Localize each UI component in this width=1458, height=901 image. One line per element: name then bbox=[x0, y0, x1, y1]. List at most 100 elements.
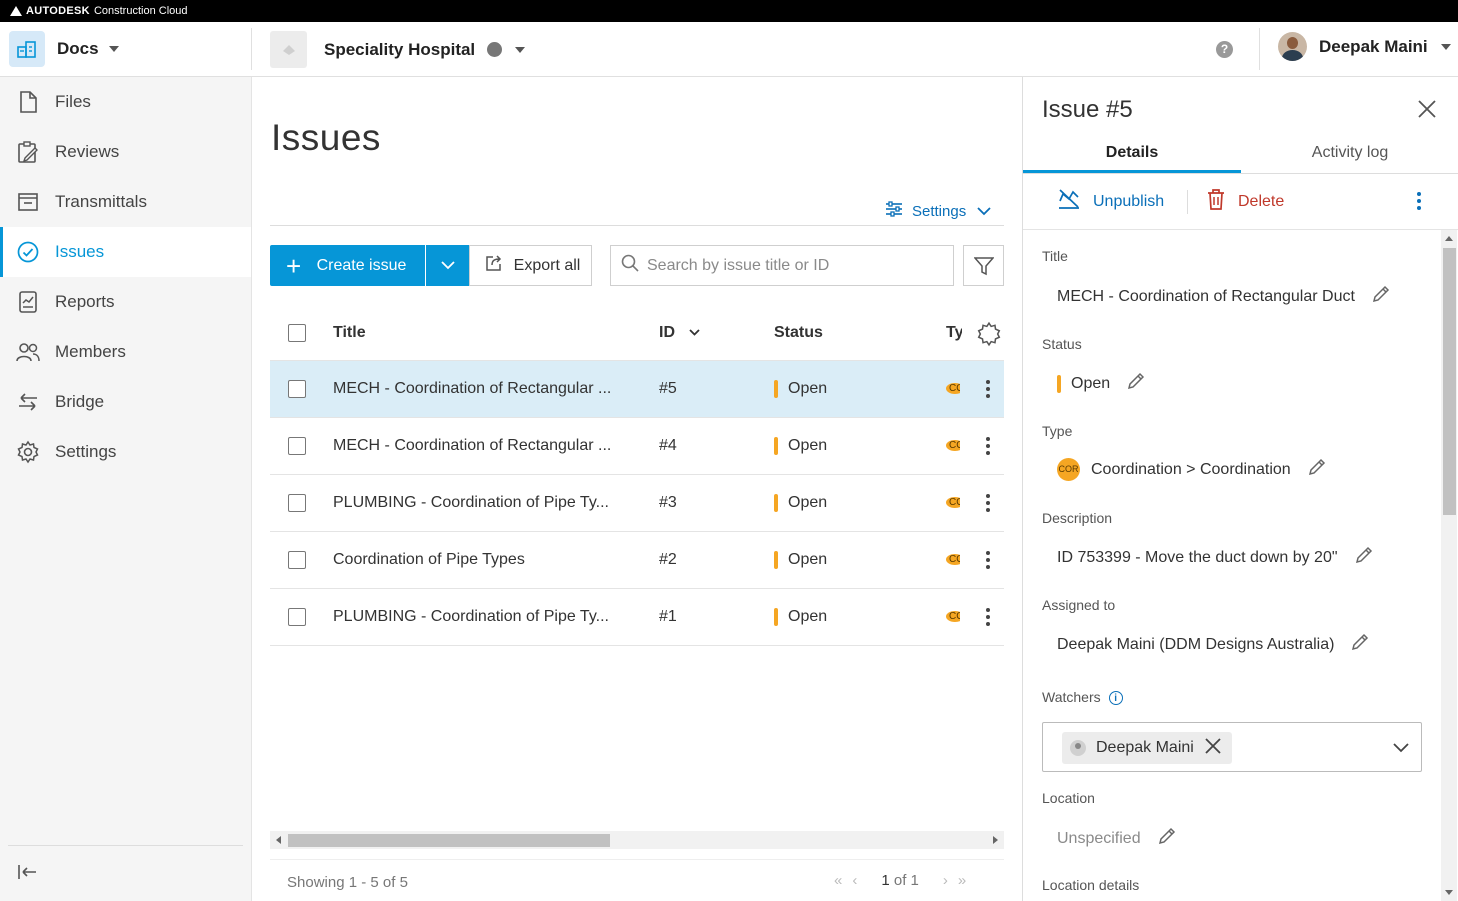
pencil-icon[interactable] bbox=[1355, 546, 1373, 569]
scrollbar-thumb[interactable] bbox=[1443, 248, 1456, 515]
tab-details[interactable]: Details bbox=[1023, 136, 1241, 173]
select-all-checkbox[interactable] bbox=[288, 323, 306, 342]
settings-link[interactable]: Settings bbox=[885, 201, 991, 221]
row-more-menu[interactable] bbox=[986, 437, 990, 455]
table-row[interactable]: MECH - Coordination of Rectangular ... #… bbox=[270, 418, 1004, 475]
row-checkbox[interactable] bbox=[288, 380, 306, 398]
create-issue-button[interactable]: + Create issue bbox=[270, 245, 425, 286]
title-field[interactable]: MECH - Coordination of Rectangular Duct bbox=[1057, 285, 1390, 308]
next-page-icon[interactable]: › bbox=[943, 872, 948, 889]
scrollbar-thumb[interactable] bbox=[288, 834, 610, 847]
unpublish-button[interactable]: Unpublish bbox=[1057, 188, 1164, 215]
description-field[interactable]: ID 753399 - Move the duct down by 20" bbox=[1057, 546, 1373, 569]
app-switcher[interactable]: Docs bbox=[9, 31, 119, 67]
row-more-menu[interactable] bbox=[986, 494, 990, 512]
first-page-icon[interactable]: « bbox=[834, 872, 842, 889]
issue-type-badge: CO bbox=[946, 376, 960, 402]
issue-type-badge: CO bbox=[946, 433, 960, 459]
description-label: Description bbox=[1042, 510, 1113, 526]
chevron-down-icon[interactable] bbox=[1393, 740, 1409, 758]
row-checkbox[interactable] bbox=[288, 551, 306, 569]
collapse-sidebar-icon[interactable] bbox=[16, 861, 38, 883]
delete-button[interactable]: Delete bbox=[1206, 188, 1284, 215]
search-input[interactable] bbox=[647, 256, 937, 275]
more-vertical-icon bbox=[986, 551, 990, 569]
sidebar-item-issues[interactable]: Issues bbox=[0, 227, 251, 277]
last-page-icon[interactable]: » bbox=[958, 872, 966, 889]
chevron-down-icon bbox=[1440, 43, 1451, 50]
status-text: Open bbox=[788, 437, 828, 454]
create-issue-dropdown-button[interactable] bbox=[426, 245, 469, 286]
pencil-icon[interactable] bbox=[1308, 458, 1326, 481]
filter-button[interactable] bbox=[963, 245, 1004, 286]
table-row[interactable]: PLUMBING - Coordination of Pipe Ty... #3… bbox=[270, 475, 1004, 532]
remove-watcher-close-icon[interactable] bbox=[1204, 737, 1222, 760]
status-field[interactable]: Open bbox=[1057, 372, 1145, 395]
column-header-title[interactable]: Title bbox=[333, 324, 366, 342]
pencil-icon[interactable] bbox=[1127, 372, 1145, 395]
issue-title[interactable]: MECH - Coordination of Rectangular ... bbox=[333, 380, 611, 398]
scroll-up-icon[interactable] bbox=[1445, 236, 1453, 241]
row-more-menu[interactable] bbox=[986, 551, 990, 569]
sidebar-item-reviews[interactable]: Reviews bbox=[0, 127, 251, 177]
tab-activity-log[interactable]: Activity log bbox=[1241, 136, 1458, 173]
help-icon[interactable]: ? bbox=[1216, 41, 1233, 58]
pencil-icon[interactable] bbox=[1158, 827, 1176, 850]
row-more-menu[interactable] bbox=[986, 608, 990, 626]
scroll-right-icon[interactable] bbox=[993, 836, 998, 844]
sidebar-item-label: Issues bbox=[55, 242, 105, 261]
info-icon[interactable]: i bbox=[1108, 691, 1123, 706]
location-label: Location bbox=[1042, 790, 1095, 806]
row-checkbox[interactable] bbox=[288, 608, 306, 626]
user-menu[interactable]: Deepak Maini bbox=[1278, 32, 1451, 61]
assigned-to-field[interactable]: Deepak Maini (DDM Designs Australia) bbox=[1057, 633, 1369, 656]
row-more-menu[interactable] bbox=[986, 380, 990, 398]
panel-actions: Unpublish Delete bbox=[1023, 174, 1458, 230]
watchers-select[interactable]: Deepak Maini bbox=[1042, 722, 1422, 772]
vertical-scrollbar[interactable] bbox=[1441, 230, 1457, 901]
location-field[interactable]: Unspecified bbox=[1057, 827, 1176, 850]
issue-title[interactable]: PLUMBING - Coordination of Pipe Ty... bbox=[333, 608, 609, 626]
issue-title[interactable]: Coordination of Pipe Types bbox=[333, 551, 525, 569]
status-text: Open bbox=[788, 494, 828, 511]
sidebar-item-settings[interactable]: Settings bbox=[0, 427, 251, 477]
column-header-id[interactable]: ID bbox=[659, 324, 700, 342]
column-settings-gear-icon[interactable] bbox=[976, 321, 1002, 352]
brand-name: AUTODESK bbox=[26, 5, 90, 17]
table-row[interactable]: MECH - Coordination of Rectangular ... #… bbox=[270, 361, 1004, 418]
pencil-icon[interactable] bbox=[1351, 633, 1369, 656]
export-all-button[interactable]: Export all bbox=[469, 245, 592, 286]
filter-icon bbox=[973, 256, 994, 275]
horizontal-scrollbar[interactable] bbox=[270, 831, 1004, 849]
sidebar-item-reports[interactable]: Reports bbox=[0, 277, 251, 327]
pencil-icon[interactable] bbox=[1372, 285, 1390, 308]
sort-chevron-down-icon bbox=[689, 329, 700, 336]
table-row[interactable]: PLUMBING - Coordination of Pipe Ty... #1… bbox=[270, 589, 1004, 646]
panel-more-menu[interactable] bbox=[1417, 192, 1421, 210]
sidebar-divider bbox=[8, 845, 243, 846]
previous-page-icon[interactable]: ‹ bbox=[852, 872, 857, 889]
row-checkbox[interactable] bbox=[288, 437, 306, 455]
sidebar-item-transmittals[interactable]: Transmittals bbox=[0, 177, 251, 227]
type-badge-text: CO bbox=[946, 611, 960, 622]
scroll-down-icon[interactable] bbox=[1445, 890, 1453, 895]
search-box bbox=[610, 245, 954, 286]
sidebar-item-bridge[interactable]: Bridge bbox=[0, 377, 251, 427]
sidebar-item-label: Files bbox=[55, 92, 91, 111]
table-row[interactable]: Coordination of Pipe Types #2 Open CO bbox=[270, 532, 1004, 589]
type-field[interactable]: COR Coordination > Coordination bbox=[1057, 458, 1326, 481]
sidebar-item-members[interactable]: Members bbox=[0, 327, 251, 377]
settings-icon bbox=[16, 440, 40, 464]
watcher-name: Deepak Maini bbox=[1096, 739, 1194, 756]
column-header-type[interactable]: Ty bbox=[946, 324, 962, 342]
search-icon bbox=[621, 254, 639, 277]
column-header-status[interactable]: Status bbox=[774, 324, 823, 342]
scroll-left-icon[interactable] bbox=[276, 836, 281, 844]
issue-title[interactable]: PLUMBING - Coordination of Pipe Ty... bbox=[333, 494, 609, 512]
issue-id: #2 bbox=[659, 551, 677, 568]
row-checkbox[interactable] bbox=[288, 494, 306, 512]
sidebar-item-files[interactable]: Files bbox=[0, 77, 251, 127]
issue-title[interactable]: MECH - Coordination of Rectangular ... bbox=[333, 437, 611, 455]
close-icon[interactable] bbox=[1417, 99, 1437, 119]
project-switcher[interactable]: Speciality Hospital bbox=[270, 31, 526, 68]
